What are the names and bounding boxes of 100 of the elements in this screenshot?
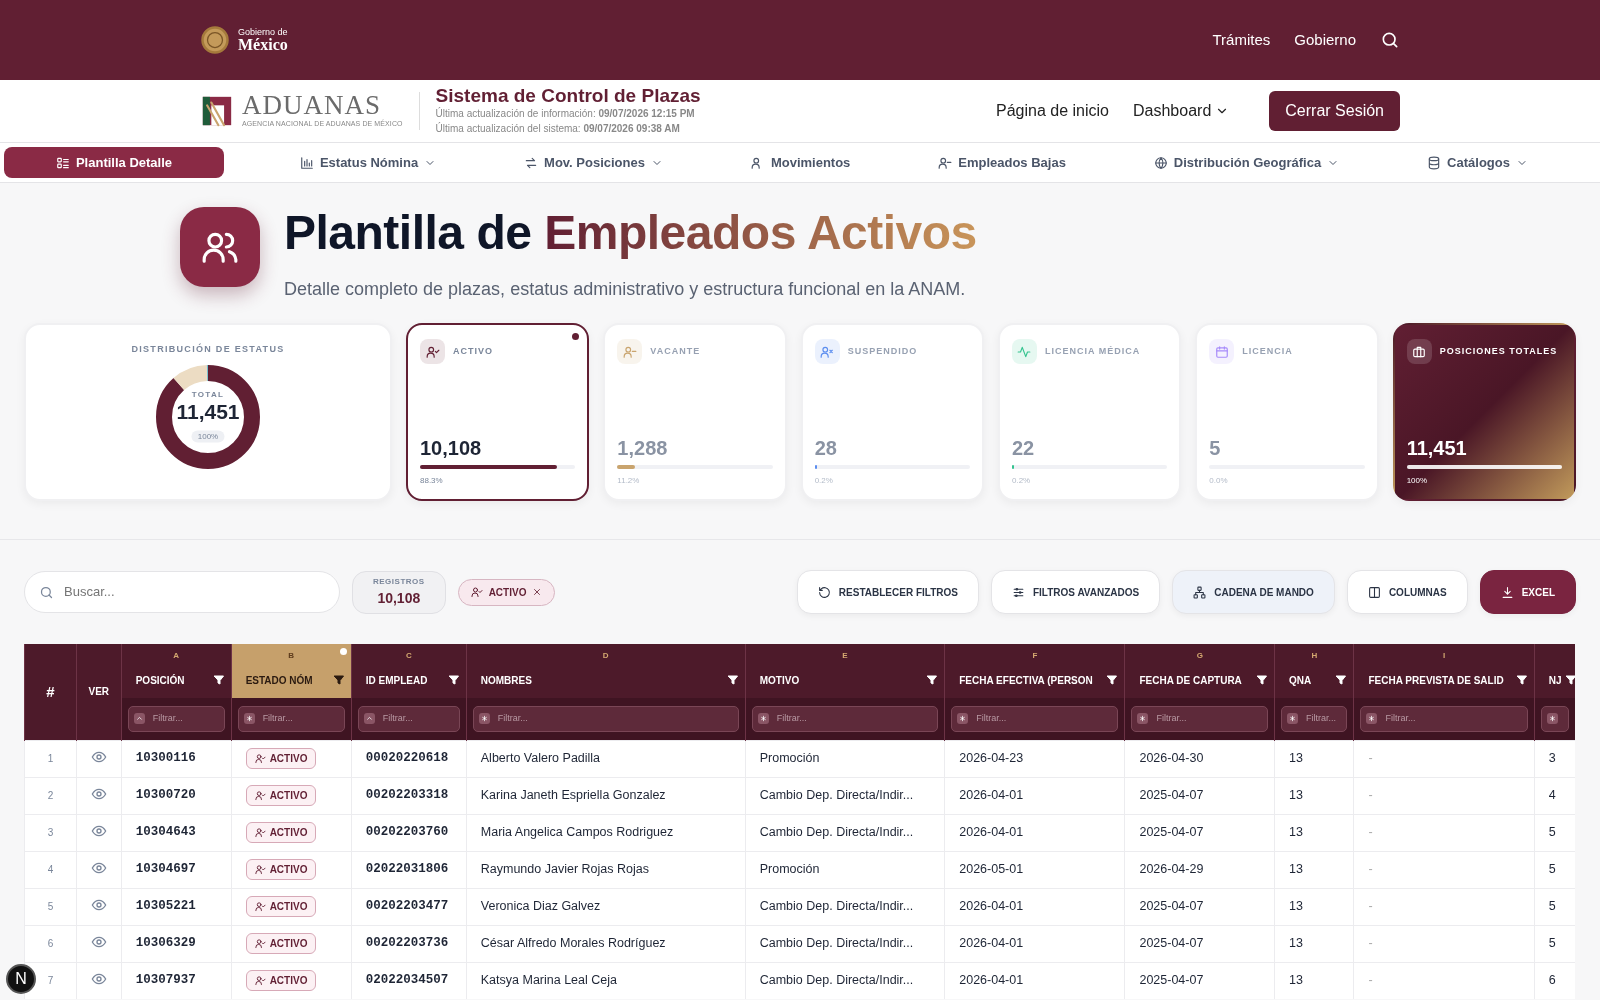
toolbar-button[interactable]: RESTABLECER FILTROS [796,570,979,614]
nav-link[interactable]: Gobierno [1294,28,1356,52]
asterisk-icon [758,714,768,724]
logout-button[interactable]: Cerrar Sesión [1269,91,1400,131]
toolbar-button[interactable]: COLUMNAS [1346,570,1468,614]
column-header[interactable]: G FECHA DE CAPTURA [1124,644,1275,698]
column-letter: F [1032,652,1038,660]
column-header[interactable]: C ID EMPLEAD [351,644,467,698]
asterisk-icon [1547,714,1557,724]
status-badge: ACTIVO [245,895,317,917]
filter-icon [926,674,939,686]
header-link[interactable]: Página de inicio [996,99,1109,123]
total-value: 11,451 [176,400,240,421]
nav-tab[interactable]: Empleados Bajas [926,146,1078,179]
table-cell: - [1354,740,1535,777]
card-value: 22 [1012,436,1036,461]
filter-field[interactable]: Filtrar... [1281,705,1348,732]
toolbar-button[interactable]: CADENA DE MANDO [1172,570,1335,614]
filter-field[interactable]: Filtrar... [1131,705,1269,732]
card-label: SUSPENDIDO [847,344,918,358]
search-icon[interactable] [1380,30,1400,50]
filter-field[interactable]: Filtrar... [951,705,1119,732]
filter-chip[interactable]: ACTIVO [457,578,556,606]
status-badge: ACTIVO [245,969,317,991]
table-cell: 2025-04-07 [1124,925,1275,962]
table-cell: 00202203736 [351,925,467,962]
column-header[interactable]: E MOTIVO [745,644,945,698]
nav-tab[interactable]: Distribución Geográfica [1141,146,1352,179]
row-number: 5 [24,888,77,925]
card-value: 10,108 [420,436,483,461]
card-label: LICENCIA MÉDICA [1045,344,1141,358]
filter-icon [1515,674,1528,686]
list-icon [55,155,70,170]
total-card[interactable]: POSICIONES TOTALES 11,451 100% [1392,323,1576,501]
user-check-icon [254,900,266,912]
status-badge: ACTIVO [245,932,317,954]
filter-icon [212,674,225,686]
card-label: VACANTE [650,344,701,358]
nav-tab[interactable]: Movimientos [738,146,863,179]
nav-tab[interactable]: Catálogos [1415,146,1540,179]
table-cell: Alberto Valero Padilla [466,740,746,777]
filter-field[interactable]: Filtrar... [127,705,225,732]
user-check-icon [470,586,483,598]
toolbar-button[interactable]: FILTROS AVANZADOS [990,570,1161,614]
row-number: 4 [24,851,77,888]
column-header[interactable]: NJ [1534,644,1575,698]
nav-link[interactable]: Trámites [1212,28,1271,52]
hierarchy-icon [1193,585,1207,599]
nav-tab[interactable]: Plantilla Detalle [4,146,224,179]
filter-field[interactable]: Filtrar... [357,705,460,732]
table-cell: 02022031806 [351,851,467,888]
status-badge: ACTIVO [245,747,317,769]
table-cell: 10300116 [121,740,232,777]
column-letter: B [288,652,295,660]
card-value: 28 [814,436,838,461]
table-cell: Katsya Marina Leal Ceja [466,962,746,999]
table-cell: Veronica Diaz Galvez [466,888,746,925]
status-card[interactable]: ACTIVO 10,108 88.3% [406,323,590,501]
database-icon [1427,155,1442,170]
filter-field[interactable]: Filtrar... [751,705,939,732]
filter-field[interactable]: Filtrar... [472,705,739,732]
total-label: TOTAL [190,388,226,400]
header-link[interactable]: Dashboard [1133,99,1230,123]
user-minus-icon [938,155,953,170]
table-cell: - [1354,814,1535,851]
asterisk-icon [1288,714,1298,724]
filter-field[interactable] [1540,705,1569,732]
column-header[interactable]: B ESTADO NÓM [231,644,352,698]
table-cell: 2025-04-07 [1124,962,1275,999]
close-icon [532,587,543,597]
column-header[interactable]: D NOMBRES [466,644,746,698]
table-cell: 2026-04-29 [1124,851,1275,888]
toolbar-button[interactable]: EXCEL [1479,570,1576,614]
table-cell: 13 [1274,740,1354,777]
column-header[interactable]: H QNA [1274,644,1354,698]
status-badge: ACTIVO [245,784,317,806]
table-cell: - [1354,777,1535,814]
table-cell: 2026-04-01 [944,925,1125,962]
filter-field[interactable]: Filtrar... [237,705,345,732]
column-header[interactable]: A POSICIÓN [121,644,232,698]
table-cell: Cambio Dep. Directa/Indir... [745,777,945,814]
search-field[interactable]: Buscar... [24,571,340,613]
asterisk-icon [958,714,968,724]
filter-icon [1256,674,1269,686]
column-header[interactable]: I FECHA PREVISTA DE SALID [1354,644,1535,698]
globe-icon [1153,155,1168,170]
nav-tab[interactable]: Mov. Posiciones [512,146,675,179]
search-input[interactable]: Buscar... [62,581,325,603]
column-header[interactable]: F FECHA EFECTIVA (PERSON [944,644,1125,698]
nav-tab[interactable]: Estatus Nómina [287,146,449,179]
row-number: 1 [24,740,77,777]
filter-field[interactable]: Filtrar... [1360,705,1528,732]
table-cell: 13 [1274,925,1354,962]
filter-input[interactable]: Filtrar... [1304,711,1342,727]
dev-tools-badge[interactable]: N [6,964,36,994]
table-cell: 00202203760 [351,814,467,851]
row-number: 2 [24,777,77,814]
table-cell: Cambio Dep. Directa/Indir... [745,888,945,925]
search-icon [39,584,54,600]
table-cell: 2025-04-07 [1124,777,1275,814]
